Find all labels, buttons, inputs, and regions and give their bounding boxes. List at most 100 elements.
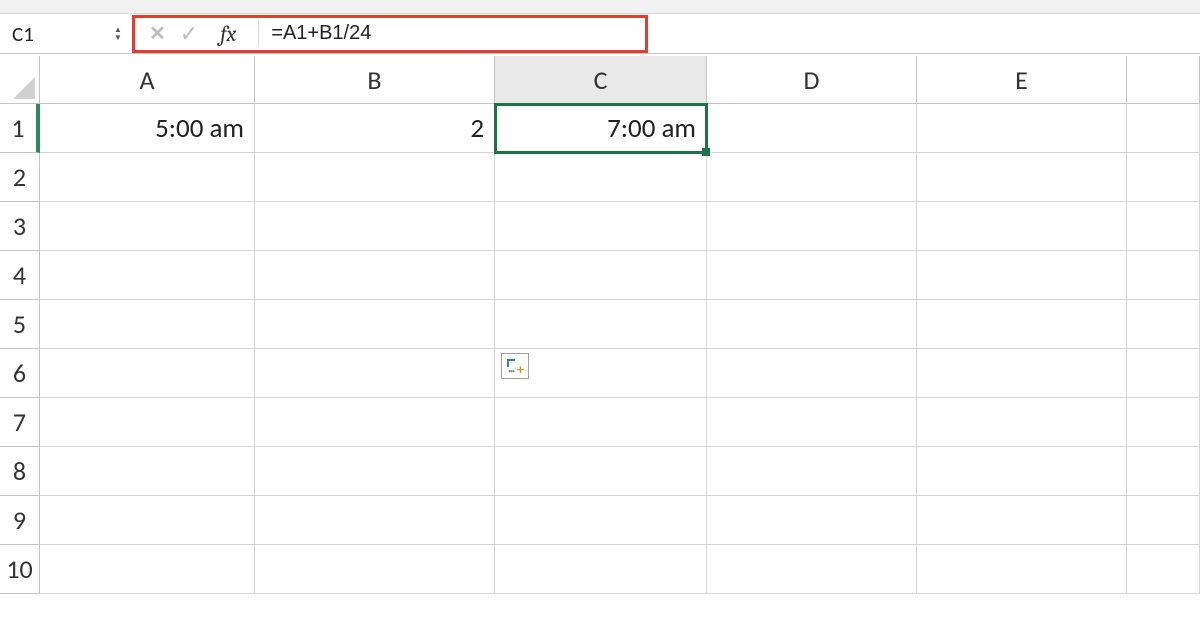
cell-E5[interactable]: [917, 300, 1127, 349]
table-row: 9: [0, 496, 1200, 545]
cell-D4[interactable]: [707, 251, 917, 300]
row-header-8[interactable]: 8: [0, 447, 40, 496]
row-header-1[interactable]: 1: [0, 104, 40, 153]
cell-B3[interactable]: [255, 202, 495, 251]
cell-C4[interactable]: [495, 251, 707, 300]
cell-F2[interactable]: [1127, 153, 1200, 202]
cell-B10[interactable]: [255, 545, 495, 594]
row-header-3[interactable]: 3: [0, 202, 40, 251]
cell-C1-value: 7:00 am: [607, 112, 696, 145]
column-header-B[interactable]: B: [255, 56, 495, 104]
cell-B1[interactable]: 2: [255, 104, 495, 153]
cell-D3[interactable]: [707, 202, 917, 251]
cell-C2[interactable]: [495, 153, 707, 202]
column-header-E[interactable]: E: [917, 56, 1127, 104]
name-box-stepper[interactable]: ▲ ▼: [110, 26, 126, 42]
cell-E8[interactable]: [917, 447, 1127, 496]
row-header-9[interactable]: 9: [0, 496, 40, 545]
paste-options-smart-tag[interactable]: + •••: [501, 353, 529, 379]
cell-A2[interactable]: [40, 153, 255, 202]
cell-E9[interactable]: [917, 496, 1127, 545]
cell-D10[interactable]: [707, 545, 917, 594]
cell-A5[interactable]: [40, 300, 255, 349]
cell-C8[interactable]: [495, 447, 707, 496]
paste-options-icon: + •••: [507, 359, 523, 373]
cell-B8[interactable]: [255, 447, 495, 496]
cell-F6[interactable]: [1127, 349, 1200, 398]
cell-E7[interactable]: [917, 398, 1127, 447]
cell-E3[interactable]: [917, 202, 1127, 251]
cell-A3[interactable]: [40, 202, 255, 251]
table-row: 8: [0, 447, 1200, 496]
cell-B9[interactable]: [255, 496, 495, 545]
cell-C10[interactable]: [495, 545, 707, 594]
cell-B4[interactable]: [255, 251, 495, 300]
cell-F8[interactable]: [1127, 447, 1200, 496]
cancel-icon[interactable]: ✕: [149, 21, 166, 46]
cell-F1[interactable]: [1127, 104, 1200, 153]
cell-F7[interactable]: [1127, 398, 1200, 447]
formula-input[interactable]: [259, 22, 645, 45]
cell-B5[interactable]: [255, 300, 495, 349]
cell-F9[interactable]: [1127, 496, 1200, 545]
stepper-down-icon[interactable]: ▼: [110, 34, 126, 42]
cell-D6[interactable]: [707, 349, 917, 398]
row-header-4[interactable]: 4: [0, 251, 40, 300]
cell-A6[interactable]: [40, 349, 255, 398]
column-header-F[interactable]: [1127, 56, 1200, 104]
cell-A9[interactable]: [40, 496, 255, 545]
cell-A8[interactable]: [40, 447, 255, 496]
cell-C9[interactable]: [495, 496, 707, 545]
cell-E10[interactable]: [917, 545, 1127, 594]
cell-D2[interactable]: [707, 153, 917, 202]
cell-F4[interactable]: [1127, 251, 1200, 300]
table-row: 2: [0, 153, 1200, 202]
enter-icon[interactable]: ✓: [180, 20, 198, 47]
cell-C3[interactable]: [495, 202, 707, 251]
cell-D8[interactable]: [707, 447, 917, 496]
cell-B7[interactable]: [255, 398, 495, 447]
table-row: 1 5:00 am 2 7:00 am: [0, 104, 1200, 153]
column-header-C[interactable]: C: [495, 56, 707, 104]
cell-A7[interactable]: [40, 398, 255, 447]
formula-bar-buttons: ✕ ✓ fx: [135, 20, 258, 47]
cell-F10[interactable]: [1127, 545, 1200, 594]
cell-C5[interactable]: [495, 300, 707, 349]
table-row: 5: [0, 300, 1200, 349]
select-all-triangle[interactable]: [0, 56, 40, 104]
cell-F3[interactable]: [1127, 202, 1200, 251]
cell-A4[interactable]: [40, 251, 255, 300]
cell-E1[interactable]: [917, 104, 1127, 153]
column-header-D[interactable]: D: [707, 56, 917, 104]
row-header-5[interactable]: 5: [0, 300, 40, 349]
spreadsheet-grid: A B C D E 1 5:00 am 2 7:00 am 2: [0, 56, 1200, 594]
cell-D1[interactable]: [707, 104, 917, 153]
cell-E2[interactable]: [917, 153, 1127, 202]
name-box[interactable]: C1: [0, 21, 108, 47]
cell-B2[interactable]: [255, 153, 495, 202]
cell-D7[interactable]: [707, 398, 917, 447]
grid-rows: 1 5:00 am 2 7:00 am 2 3: [0, 104, 1200, 594]
cell-C1[interactable]: 7:00 am: [495, 104, 707, 153]
cell-D9[interactable]: [707, 496, 917, 545]
cell-D5[interactable]: [707, 300, 917, 349]
table-row: 7: [0, 398, 1200, 447]
formula-bar-highlight: ✕ ✓ fx: [132, 15, 648, 53]
table-row: 3: [0, 202, 1200, 251]
cell-E4[interactable]: [917, 251, 1127, 300]
column-header-A[interactable]: A: [40, 56, 255, 104]
fx-icon[interactable]: fx: [212, 21, 244, 47]
cell-A10[interactable]: [40, 545, 255, 594]
row-header-7[interactable]: 7: [0, 398, 40, 447]
row-header-6[interactable]: 6: [0, 349, 40, 398]
cell-C7[interactable]: [495, 398, 707, 447]
fill-handle[interactable]: [702, 148, 710, 156]
cell-A1[interactable]: 5:00 am: [40, 104, 255, 153]
formula-bar: C1 ▲ ▼ ✕ ✓ fx: [0, 14, 1200, 54]
row-header-2[interactable]: 2: [0, 153, 40, 202]
column-header-row: A B C D E: [0, 56, 1200, 104]
row-header-10[interactable]: 10: [0, 545, 40, 594]
cell-F5[interactable]: [1127, 300, 1200, 349]
cell-B6[interactable]: [255, 349, 495, 398]
cell-E6[interactable]: [917, 349, 1127, 398]
